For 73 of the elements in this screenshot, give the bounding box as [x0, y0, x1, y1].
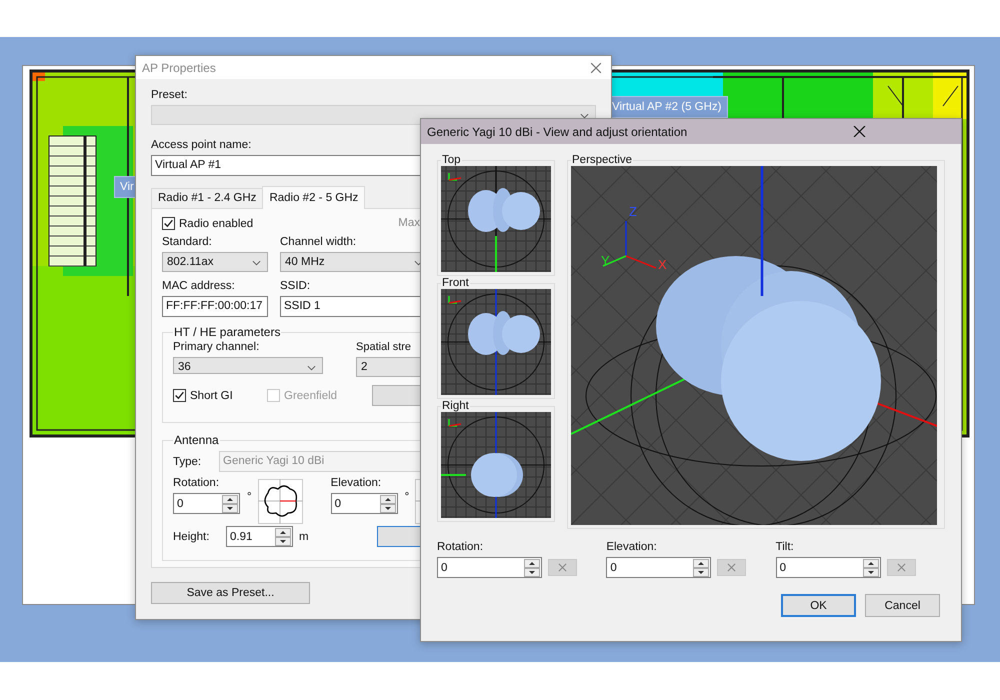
- chevron-down-icon: [580, 113, 589, 119]
- rotation-spin-field[interactable]: 0: [173, 493, 240, 514]
- axis-label: Z: [629, 204, 637, 219]
- view-title: Right: [441, 400, 470, 412]
- window-title: AP Properties: [142, 60, 216, 74]
- view-title: Top: [441, 154, 462, 166]
- field-label: Elevation:: [330, 477, 382, 489]
- view-title: Perspective: [571, 154, 634, 166]
- field-label: Rotation:: [437, 541, 484, 553]
- spin-arrows-icon[interactable]: [862, 558, 879, 576]
- field-label: Type:: [173, 456, 202, 468]
- axis-gizmo-drawing: [448, 172, 462, 181]
- view-title: Front: [441, 277, 470, 289]
- dialog-button[interactable]: Cancel: [865, 594, 940, 617]
- close-icon: [727, 563, 736, 572]
- spin-field[interactable]: 0: [437, 557, 542, 578]
- field-label: Spatial stre: [356, 341, 412, 353]
- checkbox[interactable]: Radio enabled: [162, 217, 254, 230]
- field-label: Access point name:: [151, 139, 252, 151]
- close-icon: [558, 563, 567, 572]
- mac-address-field[interactable]: FF:FF:FF:00:00:17: [162, 296, 268, 317]
- axis-gizmo-drawing: [448, 418, 462, 427]
- field-label: Tilt:: [776, 541, 795, 553]
- field-label: Elevation:: [606, 541, 658, 553]
- radiation-pattern-drawing: [471, 453, 523, 497]
- primary-channel-dropdown[interactable]: 36: [173, 357, 323, 374]
- radiation-pattern-drawing: [468, 188, 540, 232]
- radiation-pattern-view[interactable]: [441, 412, 551, 518]
- axis-label: X: [658, 257, 667, 272]
- field-label: SSID:: [280, 280, 312, 292]
- dialog-button[interactable]: OK: [781, 594, 856, 617]
- window-title: Generic Yagi 10 dBi - View and adjust orientation: [427, 124, 688, 138]
- radiation-pattern-view[interactable]: [441, 289, 551, 395]
- group-title: HT / HE parameters: [173, 325, 282, 339]
- tab[interactable]: Radio #2 - 5 GHz: [262, 186, 366, 209]
- field-label: Preset:: [151, 89, 188, 101]
- field-label: Standard:: [162, 236, 213, 248]
- axis-gizmo-drawing: [602, 221, 656, 269]
- close-icon: [896, 563, 906, 572]
- close-icon[interactable]: [591, 62, 601, 72]
- height-spin-field[interactable]: 0.91: [226, 526, 293, 547]
- antenna-pattern-icon: [258, 479, 303, 524]
- axis-line: [495, 236, 497, 272]
- field-label: Rotation:: [173, 477, 220, 489]
- standard-dropdown[interactable]: 802.11ax: [162, 252, 268, 272]
- radiation-pattern-view[interactable]: [441, 166, 551, 272]
- radiation-pattern-drawing: [468, 311, 540, 355]
- save-as-preset-button[interactable]: Save as Preset...: [151, 582, 310, 604]
- unit-label: m: [299, 530, 309, 542]
- axis-line: [441, 474, 466, 476]
- checkmark-icon: [174, 390, 185, 401]
- spin-field[interactable]: 0: [606, 557, 712, 578]
- field-label: Max: [398, 217, 420, 229]
- spin-arrows-icon[interactable]: [222, 494, 238, 512]
- checkmark-icon: [163, 218, 174, 229]
- field-label: MAC address:: [162, 280, 236, 292]
- tab[interactable]: Radio #1 - 2.4 GHz: [151, 188, 264, 208]
- chevron-down-icon: [307, 365, 316, 371]
- spin-arrows-icon[interactable]: [693, 558, 710, 576]
- spin-arrows-icon[interactable]: [275, 528, 291, 546]
- chevron-down-icon: [252, 260, 261, 266]
- checkbox[interactable]: Short GI: [173, 389, 267, 402]
- field-label: Primary channel:: [173, 341, 260, 353]
- elevation-spin-field[interactable]: 0: [330, 493, 398, 514]
- field-label: Channel width:: [280, 236, 358, 248]
- spin-arrows-icon[interactable]: [524, 558, 540, 576]
- field-label: Height:: [173, 530, 210, 542]
- spin-arrows-icon[interactable]: [380, 494, 396, 512]
- group-title: Antenna: [173, 433, 220, 447]
- spin-field[interactable]: 0: [776, 557, 881, 578]
- axis-gizmo-drawing: [448, 295, 462, 304]
- unit-label: °: [247, 491, 252, 503]
- unit-label: °: [404, 491, 410, 503]
